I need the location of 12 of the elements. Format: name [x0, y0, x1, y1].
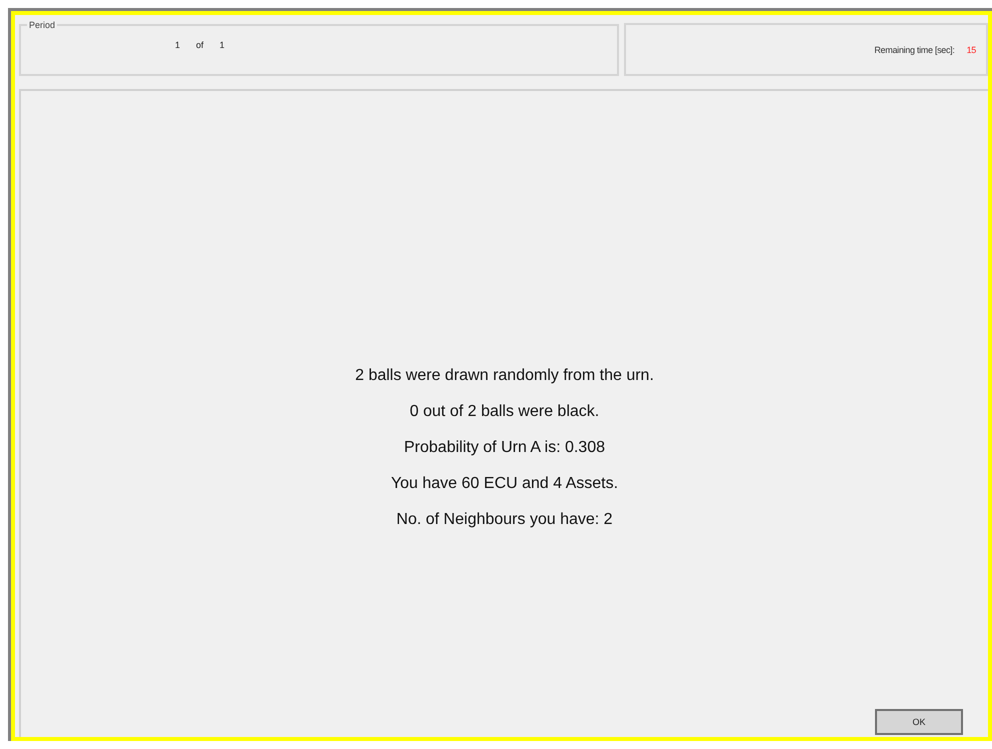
period-current: 1	[175, 40, 180, 50]
period-legend: Period	[27, 20, 58, 30]
period-separator: of	[196, 40, 204, 50]
message-text: You have 60 ECU and 4 Assets.	[390, 474, 618, 493]
remaining-time-value: 15	[966, 44, 976, 54]
ok-button[interactable]: OK	[875, 709, 963, 735]
message-text: Probability of Urn A is: 0.308	[404, 438, 605, 457]
remaining-time-label: Remaining time [sec]:	[874, 44, 955, 54]
message-text: 2 balls were drawn randomly from the urn.	[355, 366, 654, 385]
message-text: 0 out of 2 balls were black.	[410, 402, 600, 421]
message-text: No. of Neighbours you have: 2	[396, 510, 613, 529]
period-total: 1	[220, 40, 225, 50]
